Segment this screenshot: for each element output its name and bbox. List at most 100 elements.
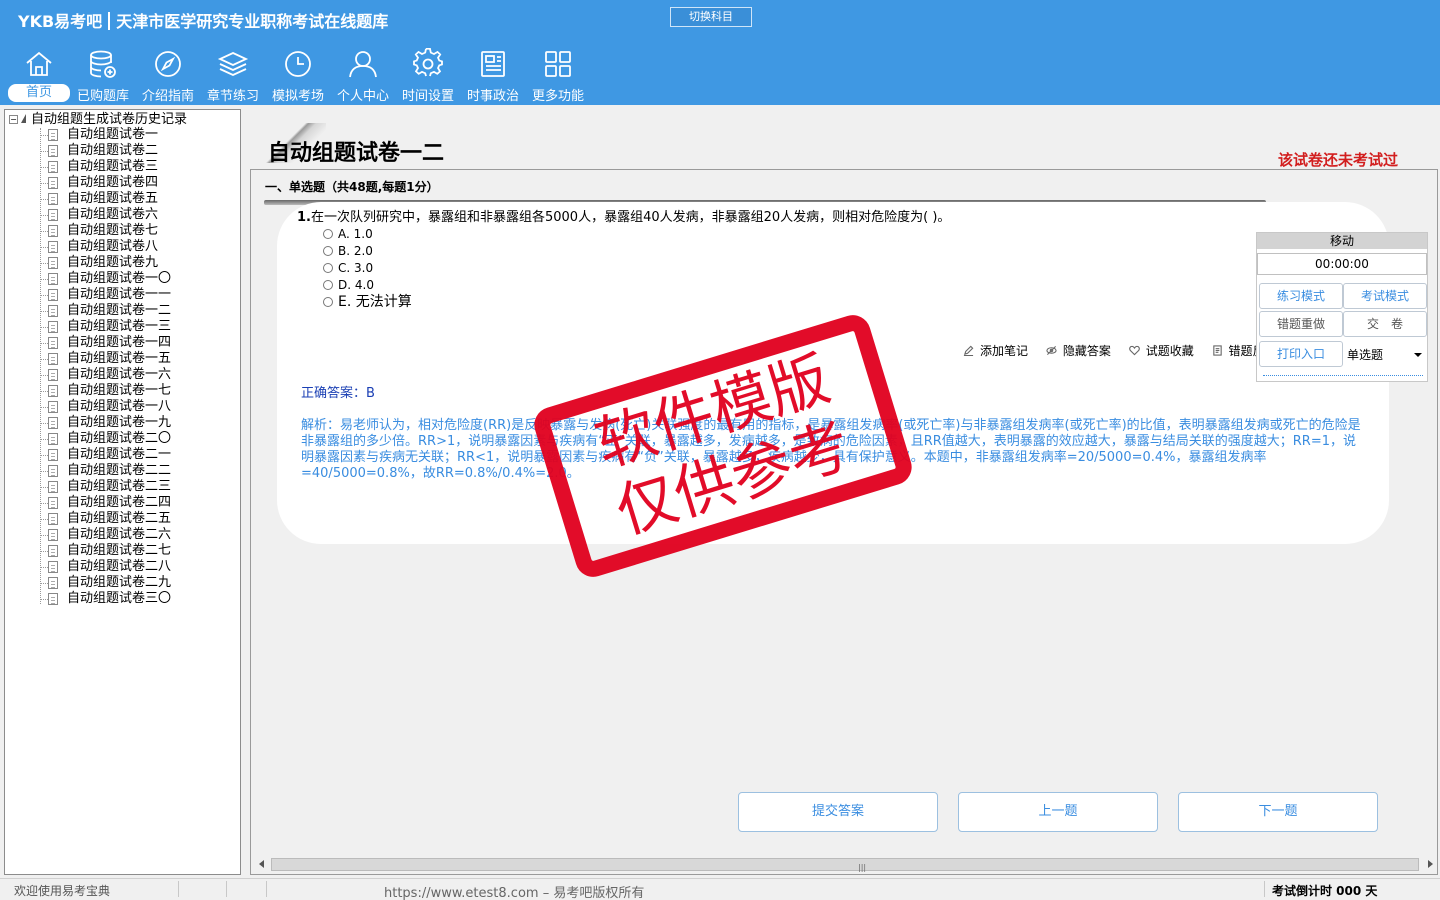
option-list: A. 1.0 B. 2.0 C. 3.0 D. 4.0 E. 无法计算 <box>323 226 412 311</box>
option-a[interactable]: A. 1.0 <box>323 226 412 243</box>
scroll-left-icon[interactable] <box>259 860 264 868</box>
tree-item[interactable]: 自动组题试卷四 <box>5 175 240 191</box>
database-icon <box>90 50 116 78</box>
redo-wrong-button[interactable]: 错题重做 <box>1259 311 1343 337</box>
scroll-grip-icon[interactable]: ||| <box>858 863 866 872</box>
tree-connector <box>40 439 48 440</box>
heart-icon <box>1128 345 1140 356</box>
tree-connector <box>40 183 48 184</box>
switch-subject-button[interactable]: 切换科目 <box>670 7 752 27</box>
tree-item-label: 自动组题试卷一八 <box>67 399 172 414</box>
pane-splitter[interactable] <box>241 105 248 875</box>
option-d[interactable]: D. 4.0 <box>323 277 412 294</box>
tree-item[interactable]: 自动组题试卷一三 <box>5 319 240 335</box>
option-c[interactable]: C. 3.0 <box>323 260 412 277</box>
tree-item[interactable]: 自动组题试卷五 <box>5 191 240 207</box>
tree-item[interactable]: 自动组题试卷一一 <box>5 287 240 303</box>
collapse-toggle-icon[interactable]: − <box>9 115 18 124</box>
radio-e[interactable] <box>323 297 333 307</box>
tree-item[interactable]: 自动组题试卷二八 <box>5 559 240 575</box>
status-divider <box>266 881 267 897</box>
document-icon <box>48 257 58 269</box>
tree-item[interactable]: 自动组题试卷三〇 <box>5 591 240 607</box>
nav-more[interactable]: 更多功能 <box>527 48 589 104</box>
tree-item[interactable]: 自动组题试卷二〇 <box>5 431 240 447</box>
radio-d[interactable] <box>323 280 333 290</box>
tree-connector <box>40 263 48 264</box>
document-icon <box>48 129 58 141</box>
option-b[interactable]: B. 2.0 <box>323 243 412 260</box>
option-e[interactable]: E. 无法计算 <box>323 294 412 311</box>
tree-item[interactable]: 自动组题试卷二二 <box>5 463 240 479</box>
tree-item[interactable]: 自动组题试卷二五 <box>5 511 240 527</box>
tree-item[interactable]: 自动组题试卷一五 <box>5 351 240 367</box>
next-question-button[interactable]: 下一题 <box>1178 792 1378 832</box>
page-title: 自动组题试卷一二 <box>268 141 445 166</box>
practice-mode-button[interactable]: 练习模式 <box>1259 283 1343 309</box>
tree-item[interactable]: 自动组题试卷一八 <box>5 399 240 415</box>
tree-item[interactable]: 自动组题试卷二一 <box>5 447 240 463</box>
tree-item[interactable]: 自动组题试卷八 <box>5 239 240 255</box>
tree-item[interactable]: 自动组题试卷二三 <box>5 479 240 495</box>
nav-guide[interactable]: 介绍指南 <box>137 48 199 104</box>
question-type-select[interactable]: 单选题 <box>1343 343 1427 367</box>
move-handle[interactable]: 移动 <box>1257 233 1427 249</box>
tree-item-label: 自动组题试卷五 <box>67 191 159 206</box>
tree-connector <box>40 151 48 152</box>
scroll-right-icon[interactable] <box>1428 860 1433 868</box>
tree-connector <box>40 407 48 408</box>
tree-item[interactable]: 自动组题试卷一二 <box>5 303 240 319</box>
horizontal-scrollbar[interactable]: ||| <box>257 856 1435 873</box>
tree-item[interactable]: 自动组题试卷九 <box>5 255 240 271</box>
tree-item-label: 自动组题试卷二五 <box>67 511 172 526</box>
document-icon <box>48 577 58 589</box>
nav-current-affairs[interactable]: 时事政治 <box>462 48 524 104</box>
radio-a[interactable] <box>323 229 333 239</box>
question-number: 1. <box>297 210 311 225</box>
submit-paper-button[interactable]: 交 卷 <box>1343 311 1427 337</box>
document-icon <box>48 561 58 573</box>
add-note-button[interactable]: 添加笔记 <box>963 342 1028 359</box>
print-entry-button[interactable]: 打印入口 <box>1259 341 1343 367</box>
hide-answer-button[interactable]: 隐藏答案 <box>1046 342 1111 359</box>
tree-item[interactable]: 自动组题试卷三 <box>5 159 240 175</box>
panel-scrollbar[interactable] <box>1263 375 1423 379</box>
paper-history-tree[interactable]: − 自动组题生成试卷历史记录 自动组题试卷一 自动组题试卷二 自动组题试卷三 自动组题试… <box>4 109 241 875</box>
tree-item[interactable]: 自动组题试卷一四 <box>5 335 240 351</box>
tree-item[interactable]: 自动组题试卷一 <box>5 127 240 143</box>
scroll-track[interactable]: ||| <box>271 858 1419 872</box>
prev-question-button[interactable]: 上一题 <box>958 792 1158 832</box>
nav-profile-label: 个人中心 <box>336 89 389 104</box>
tree-item[interactable]: 自动组题试卷七 <box>5 223 240 239</box>
tree-item[interactable]: 自动组题试卷二 <box>5 143 240 159</box>
tree-item[interactable]: 自动组题试卷二六 <box>5 527 240 543</box>
tree-item[interactable]: 自动组题试卷二七 <box>5 543 240 559</box>
tree-item-label: 自动组题试卷四 <box>67 175 159 190</box>
question-body: 在一次队列研究中，暴露组和非暴露组各5000人，暴露组40人发病，非暴露组20人… <box>310 210 951 225</box>
tree-item[interactable]: 自动组题试卷二四 <box>5 495 240 511</box>
nav-purchased[interactable]: 已购题库 <box>72 48 134 104</box>
tree-item[interactable]: 自动组题试卷一九 <box>5 415 240 431</box>
tree-item[interactable]: 自动组题试卷二九 <box>5 575 240 591</box>
nav-time-settings[interactable]: 时间设置 <box>397 48 459 104</box>
favorite-button[interactable]: 试题收藏 <box>1128 342 1194 359</box>
nav-mock-exam[interactable]: 模拟考场 <box>267 48 329 104</box>
tree-connector <box>40 471 48 472</box>
chevron-down-icon <box>1414 353 1422 357</box>
hide-answer-label: 隐藏答案 <box>1062 344 1111 358</box>
tree-item[interactable]: 自动组题试卷六 <box>5 207 240 223</box>
tree-connector <box>40 567 48 568</box>
nav-chapter[interactable]: 章节练习 <box>202 48 264 104</box>
tree-item[interactable]: 自动组题试卷一七 <box>5 383 240 399</box>
tree-item[interactable]: 自动组题试卷一〇 <box>5 271 240 287</box>
nav-profile[interactable]: 个人中心 <box>332 48 394 104</box>
submit-answer-button[interactable]: 提交答案 <box>738 792 938 832</box>
radio-b[interactable] <box>323 246 333 256</box>
exam-mode-button[interactable]: 考试模式 <box>1343 283 1427 309</box>
tree-item[interactable]: 自动组题试卷一六 <box>5 367 240 383</box>
tree-connector <box>40 215 48 216</box>
compass-icon <box>155 51 181 77</box>
nav-home[interactable]: 首页 <box>8 48 70 104</box>
tree-root[interactable]: − 自动组题生成试卷历史记录 <box>9 112 187 128</box>
radio-c[interactable] <box>323 263 333 273</box>
